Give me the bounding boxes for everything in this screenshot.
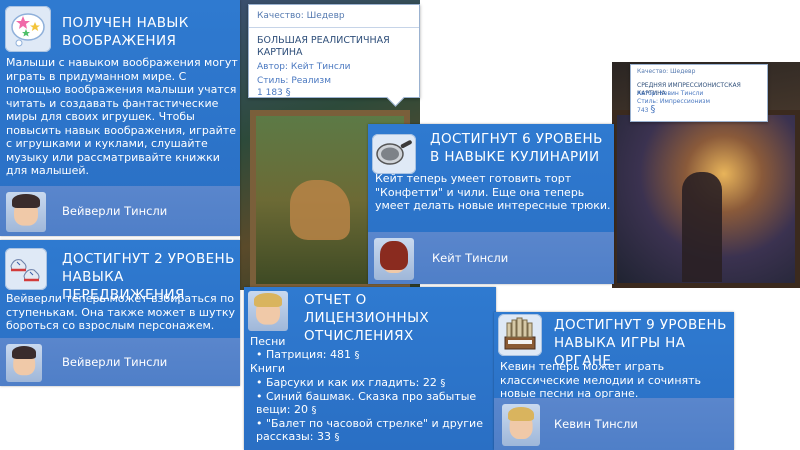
avatar <box>6 192 46 232</box>
simoleon-icon: § <box>285 87 291 98</box>
avatar <box>248 291 288 331</box>
painting-price: 1 183 § <box>257 87 291 98</box>
notification-body: Кевин теперь может играть классические м… <box>500 360 702 400</box>
notification-footer: Кевин Тинсли <box>494 398 734 450</box>
notification-footer: Вейверли Тинсли <box>0 338 240 386</box>
avatar-hair <box>11 346 37 360</box>
royalties-item-text: • Синий башмак. Сказка про забытые вещи:… <box>256 389 477 417</box>
painting-price: 743 § <box>637 104 656 115</box>
royalties-item: • Синий башмак. Сказка про забытые вещи:… <box>250 390 494 417</box>
painting-style: Стиль: Реализм <box>257 76 331 86</box>
painting-style: Стиль: Импрессионизм <box>637 98 711 105</box>
notification-body: Вейверли теперь может взбираться по ступ… <box>6 292 236 332</box>
tooltip-divider <box>249 27 419 28</box>
avatar-hair <box>12 194 40 208</box>
simoleon-icon: § <box>354 350 360 362</box>
notification-heading: Получен навык воображения <box>62 15 189 49</box>
simoleon-icon: § <box>650 104 656 115</box>
sim-name: Вейверли Тинсли <box>62 355 168 369</box>
notification-body: Кейт теперь умеет готовить торт "Конфетт… <box>375 172 611 212</box>
sneakers-icon <box>5 248 47 290</box>
avatar-hair <box>508 406 534 421</box>
avatar <box>374 238 414 280</box>
royalties-item: • Барсуки и как их гладить: 22 § <box>250 376 494 390</box>
royalties-section-label: Книги <box>250 362 286 376</box>
avatar-hair <box>380 240 408 270</box>
painting-figure <box>290 180 350 240</box>
painting-title: Большая реалистичная картина <box>257 35 390 58</box>
royalties-section-label: Песни <box>250 335 286 348</box>
royalties-list: Песни • Патриция: 481 § Книги • Барсуки … <box>250 335 494 445</box>
simoleon-icon: § <box>311 405 317 417</box>
royalties-item-text: • Патриция: 481 <box>256 348 351 362</box>
quality-label: Качество: Шедевр <box>637 68 696 75</box>
sim-name: Кевин Тинсли <box>554 417 638 431</box>
sim-name: Вейверли Тинсли <box>62 204 168 218</box>
avatar <box>6 344 42 382</box>
quality-label: Качество: Шедевр <box>257 11 345 21</box>
simoleon-icon: § <box>440 377 446 389</box>
sim-name: Кейт Тинсли <box>432 251 509 265</box>
notification-imagination-skill[interactable]: Получен навык воображения Малыши с навык… <box>0 0 240 236</box>
painting-figure <box>682 172 722 282</box>
price-value: 743 <box>637 107 649 114</box>
pipe-organ-icon <box>498 314 542 356</box>
notification-footer: Вейверли Тинсли <box>0 186 240 236</box>
royalties-item-text: • Барсуки и как их гладить: 22 <box>256 375 437 389</box>
simoleon-icon: § <box>334 432 340 444</box>
royalties-item: • "Балет по часовой стрелке" и другие ра… <box>250 417 494 444</box>
notification-cooking-skill[interactable]: Достигнут 6 уровень в навыке кулинарии К… <box>368 124 614 284</box>
royalties-item: • Патриция: 481 § <box>250 348 494 362</box>
notification-footer: Кейт Тинсли <box>368 232 614 284</box>
avatar-hair <box>254 293 282 307</box>
notification-organ-skill[interactable]: Достигнут 9 уровень навыка игры на орган… <box>494 312 734 450</box>
frying-pan-icon <box>372 134 416 174</box>
notification-royalties-report[interactable]: Отчет о лицензионных отчислениях Песни •… <box>244 287 496 450</box>
stars-bubble-icon <box>5 6 51 52</box>
notification-movement-skill[interactable]: Достигнут 2 уровень навыка передвижения … <box>0 240 240 386</box>
painting-tooltip: Качество: Шедевр Большая реалистичная ка… <box>248 4 420 107</box>
notification-body: Малыши с навыком воображения могут играт… <box>6 56 238 177</box>
avatar <box>502 404 540 446</box>
painting-tooltip: Качество: Шедевр Средняя импрессионистск… <box>630 64 768 122</box>
painting-author: Автор: Кейт Тинсли <box>257 62 351 72</box>
royalties-item-text: • "Балет по часовой стрелке" и другие ра… <box>256 417 483 444</box>
price-value: 1 183 <box>257 88 283 98</box>
notification-heading: Достигнут 6 уровень в навыке кулинарии <box>430 131 603 165</box>
painting-author: Автор: Кевин Тинсли <box>637 90 704 97</box>
